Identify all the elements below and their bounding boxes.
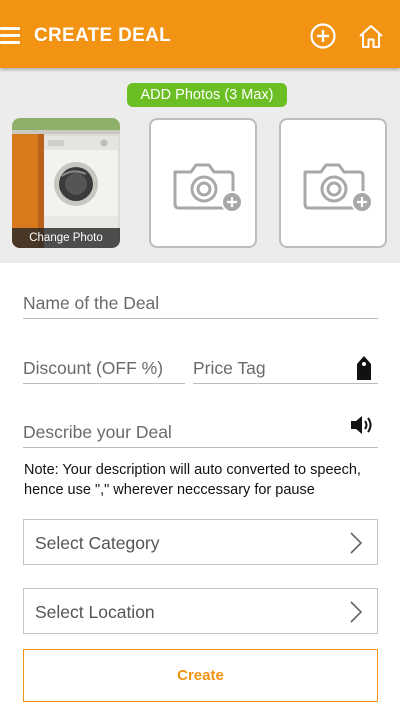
- description-input[interactable]: [23, 418, 378, 448]
- page-title: CREATE DEAL: [34, 25, 172, 46]
- discount-input[interactable]: [23, 354, 185, 384]
- deal-name-input[interactable]: [23, 289, 378, 319]
- select-location[interactable]: Select Location: [23, 588, 378, 634]
- change-photo-label[interactable]: Change Photo: [12, 228, 120, 248]
- speech-note: Note: Your description will auto convert…: [24, 462, 361, 498]
- select-category-label: Select Category: [35, 533, 160, 553]
- camera-add-icon: [303, 163, 373, 212]
- menu-icon[interactable]: [0, 27, 20, 45]
- select-location-label: Select Location: [35, 602, 155, 622]
- chevron-right-icon: [350, 532, 363, 554]
- app-header: CREATE DEAL: [0, 0, 400, 68]
- plus-circle-icon[interactable]: [309, 22, 337, 50]
- photo-slot-2[interactable]: [149, 118, 257, 248]
- add-photos-badge: ADD Photos (3 Max): [127, 83, 287, 107]
- create-button[interactable]: Create: [23, 649, 378, 702]
- photo-slot-3[interactable]: [279, 118, 387, 248]
- chevron-right-icon: [350, 601, 363, 623]
- photos-section: ADD Photos (3 Max) Change Photo: [0, 68, 400, 263]
- photo-slot-1[interactable]: Change Photo: [12, 118, 120, 248]
- price-tag-icon: [357, 356, 371, 380]
- speaker-icon[interactable]: [349, 414, 373, 436]
- select-category[interactable]: Select Category: [23, 519, 378, 565]
- price-tag-input[interactable]: [193, 354, 378, 384]
- home-icon[interactable]: [357, 22, 385, 50]
- camera-add-icon: [173, 163, 243, 212]
